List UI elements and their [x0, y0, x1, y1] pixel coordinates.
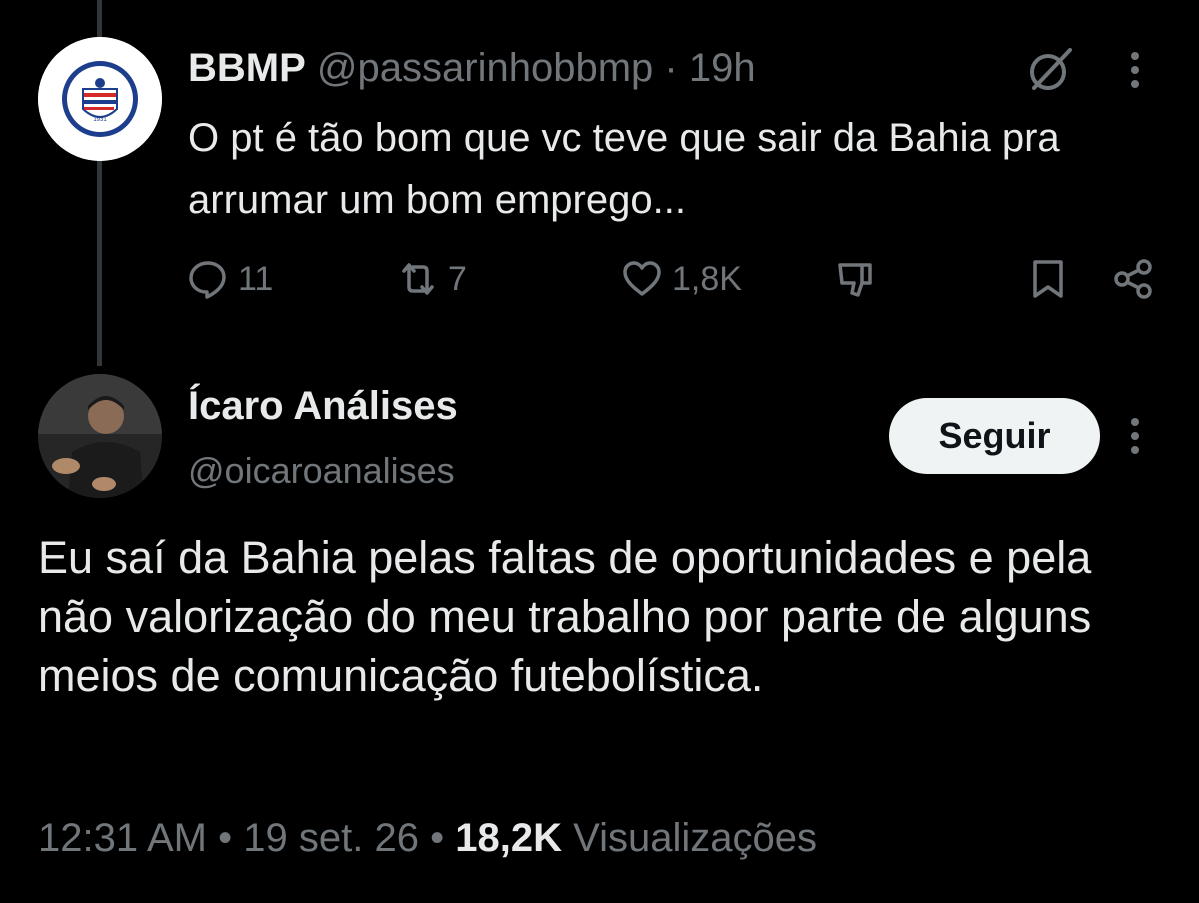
reply-display-name[interactable]: BBMP	[188, 46, 306, 90]
follow-button[interactable]: Seguir	[889, 398, 1100, 474]
like-button[interactable]: 1,8K	[620, 254, 742, 304]
repost-count: 7	[448, 259, 467, 298]
separator-dot: •	[218, 816, 233, 860]
tweet-text: Eu saí da Bahia pelas faltas de oportuni…	[38, 532, 1092, 701]
share-icon	[1114, 259, 1152, 299]
comment-icon	[189, 261, 226, 299]
crest-year: 1931	[93, 117, 107, 123]
profile-photo	[38, 374, 162, 498]
tweet-meta: 12:31 AM • 19 set. 26 • 18,2K Visualizaç…	[38, 812, 817, 864]
tweet-date[interactable]: 19 set. 26	[243, 816, 419, 860]
grok-icon[interactable]	[1024, 44, 1076, 96]
reply-button[interactable]: 11	[186, 254, 273, 304]
reply-count: 11	[238, 259, 274, 298]
separator-dot: •	[430, 816, 445, 860]
bookmark-icon	[1033, 260, 1063, 298]
more-options-icon[interactable]	[1124, 50, 1146, 90]
avatar[interactable]	[38, 374, 162, 498]
tweet-time[interactable]: 12:31 AM	[38, 816, 207, 860]
repost-icon	[402, 263, 434, 295]
views-label: Visualizações	[573, 816, 817, 860]
separator-dot: ·	[664, 46, 678, 90]
reply-text: O pt é tão bom que vc teve que sair da B…	[188, 116, 1060, 222]
repost-button[interactable]: 7	[396, 254, 467, 304]
downvote-button[interactable]	[834, 254, 878, 304]
views-count[interactable]: 18,2K	[455, 816, 562, 860]
reply-header: BBMP @passarinhobbmp · 19h	[188, 44, 756, 92]
share-button[interactable]	[1112, 254, 1156, 304]
author-handle[interactable]: @oicaroanalises	[188, 448, 455, 494]
reply-action-bar: 11 7 1,8K	[0, 254, 1199, 304]
heart-icon	[623, 261, 661, 296]
like-count: 1,8K	[672, 259, 742, 298]
avatar[interactable]: 1931	[38, 37, 162, 161]
thumbs-down-icon	[838, 263, 872, 297]
reply-handle[interactable]: @passarinhobbmp	[317, 46, 653, 90]
more-options-icon[interactable]	[1124, 416, 1146, 456]
author-display-name[interactable]: Ícaro Análises	[188, 382, 458, 430]
club-crest-icon: 1931	[38, 37, 162, 161]
bookmark-button[interactable]	[1026, 254, 1070, 304]
reply-timestamp[interactable]: 19h	[689, 46, 756, 90]
